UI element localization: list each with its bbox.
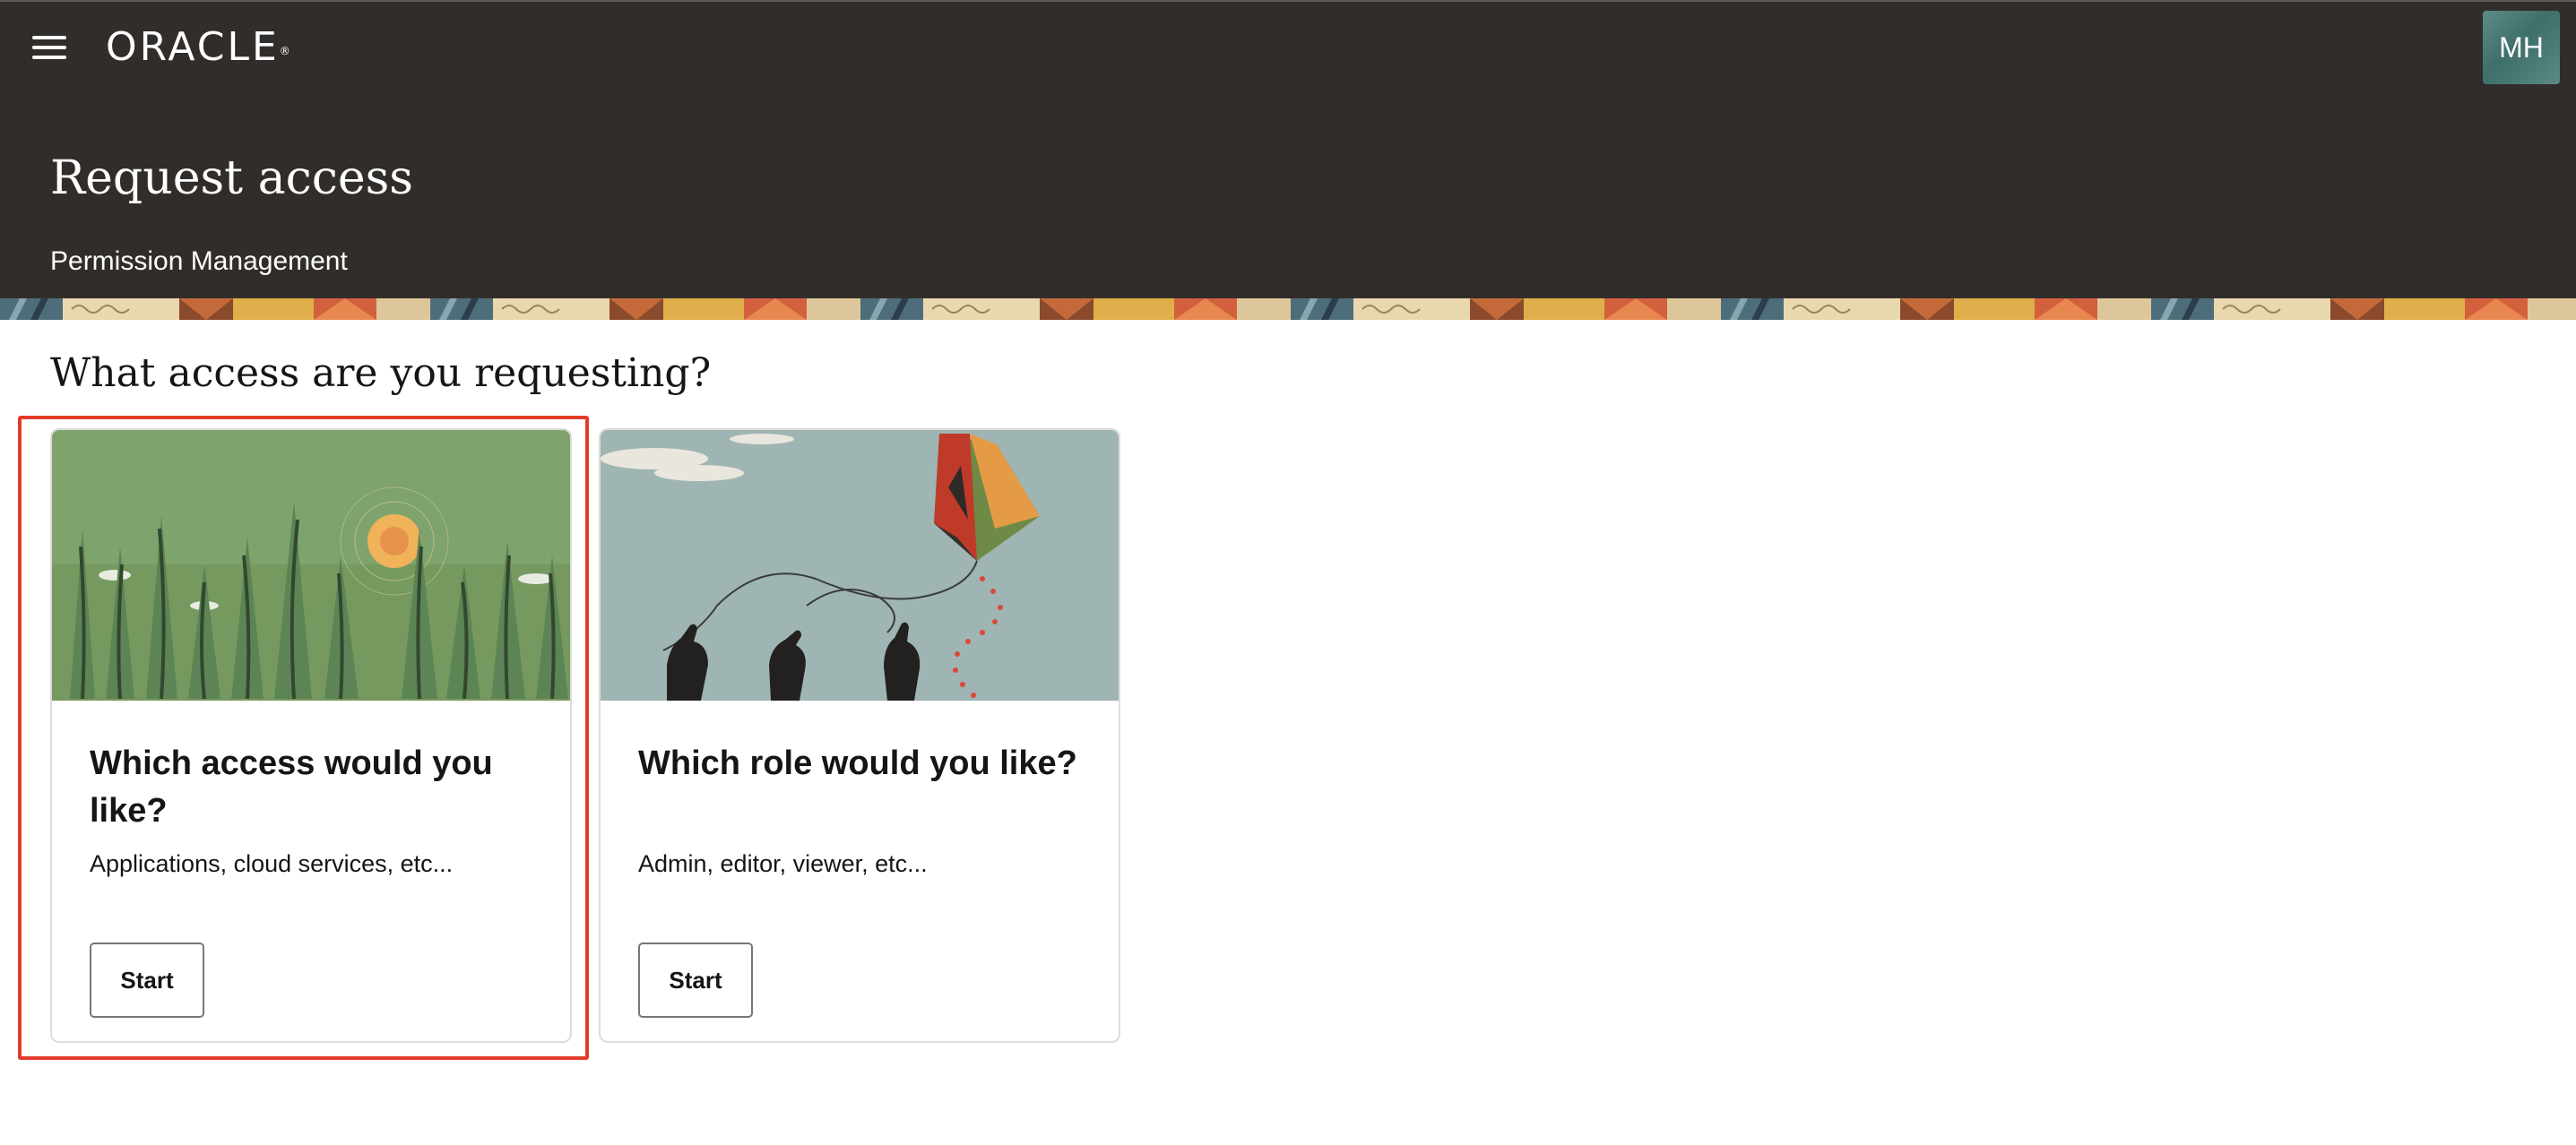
forest-sun-illustration (52, 430, 570, 701)
page-title: Request access (50, 151, 413, 205)
app-header: ORACLE® MH Request access Permission Man… (0, 0, 2576, 298)
logo-text: ORACLE (106, 24, 280, 70)
card-title: Which role would you like? (638, 745, 1077, 782)
hamburger-menu-icon[interactable] (27, 29, 75, 68)
page-subtitle: Permission Management (50, 246, 348, 276)
card-title: Which access would you like? (90, 745, 493, 830)
access-card[interactable]: Which access would you like? Application… (50, 428, 572, 1043)
user-avatar[interactable]: MH (2483, 11, 2560, 84)
kite-hands-illustration (601, 430, 1119, 701)
section-heading: What access are you requesting? (50, 350, 712, 396)
start-access-button[interactable]: Start (90, 943, 204, 1018)
oracle-logo[interactable]: ORACLE® (106, 25, 290, 70)
card-description: Applications, cloud services, etc... (90, 850, 454, 877)
decorative-pattern-band (0, 298, 2576, 320)
card-description: Admin, editor, viewer, etc... (638, 850, 928, 877)
avatar-initials: MH (2499, 30, 2544, 64)
registered-mark: ® (279, 45, 290, 57)
start-role-button[interactable]: Start (638, 943, 753, 1018)
role-card[interactable]: Which role would you like? Admin, editor… (599, 428, 1120, 1043)
